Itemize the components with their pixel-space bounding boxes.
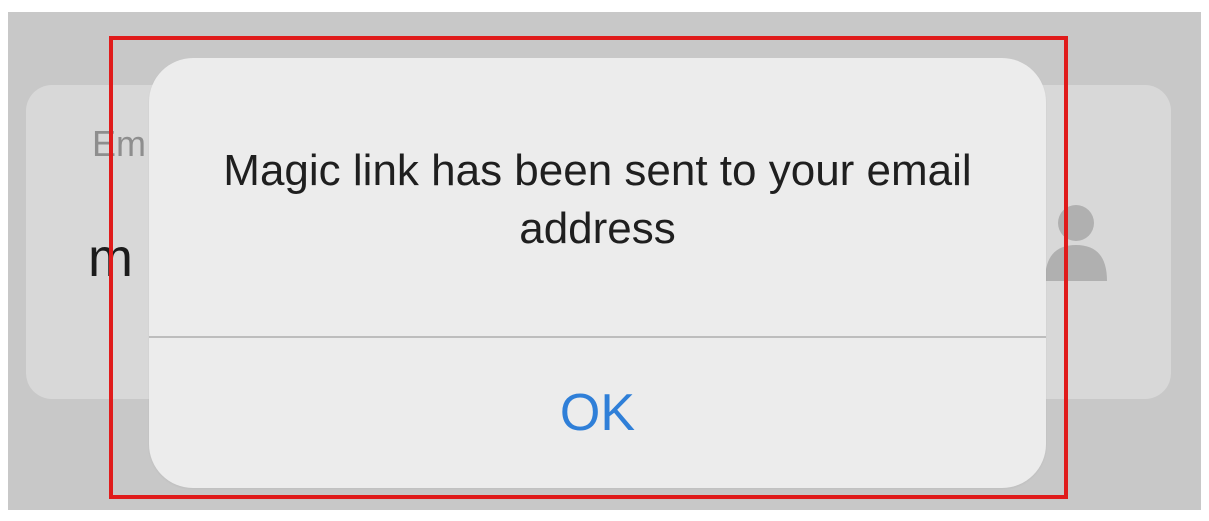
alert-message: Magic link has been sent to your email a… (223, 146, 972, 253)
email-field-label: Em (92, 123, 146, 164)
email-field-value[interactable]: m (88, 227, 133, 289)
alert-dialog: Magic link has been sent to your email a… (149, 58, 1046, 488)
ok-button[interactable]: OK (149, 338, 1046, 488)
user-icon (1045, 205, 1107, 281)
app-screen: Em m Magic link has been sent to your em… (8, 12, 1201, 510)
